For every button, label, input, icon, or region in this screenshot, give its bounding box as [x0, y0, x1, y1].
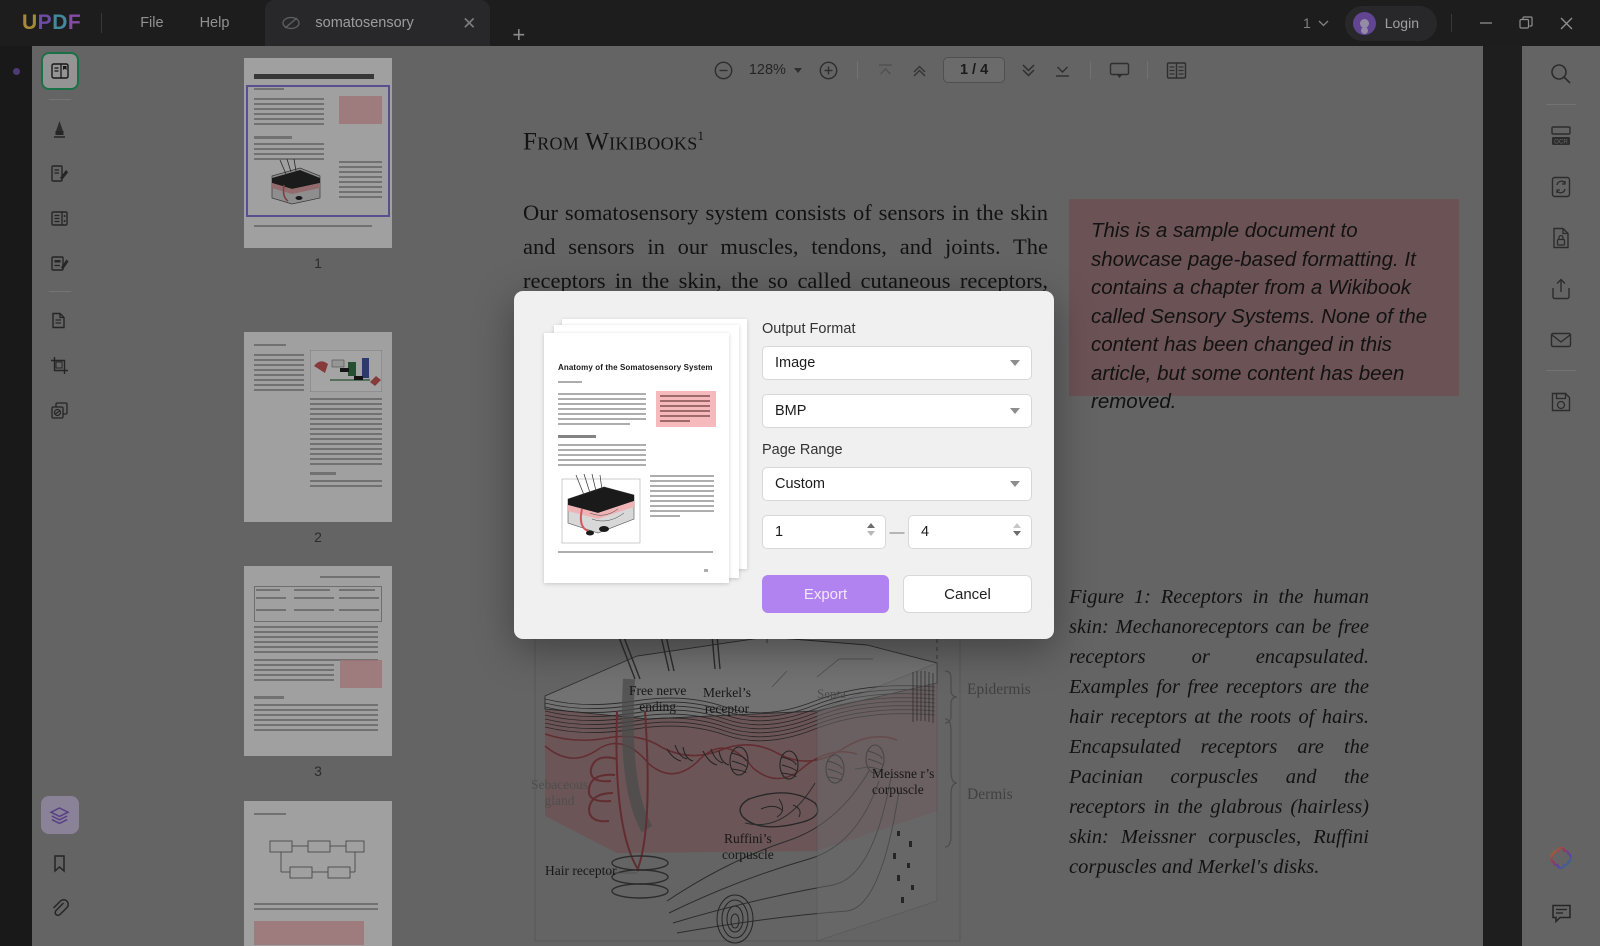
page-range-inputs: 1 — 4	[762, 515, 1032, 549]
updf-window: UPDF File Help somatosensory ✕ + 1 Login	[0, 0, 1600, 946]
stepper-up-icon[interactable]	[1013, 523, 1021, 528]
range-separator: —	[889, 523, 905, 541]
range-from-value: 1	[775, 524, 784, 540]
range-to-value: 4	[921, 524, 930, 540]
chevron-down-icon	[1010, 408, 1020, 414]
cancel-button[interactable]: Cancel	[903, 575, 1032, 613]
export-options: Output Format Image BMP Page Range Custo…	[762, 291, 1054, 639]
preview-title: Anatomy of the Somatosensory System	[558, 363, 713, 372]
export-dialog: Anatomy of the Somatosensory System Outp…	[514, 291, 1054, 639]
dialog-buttons: Export Cancel	[762, 575, 1032, 613]
preview-page-stack: Anatomy of the Somatosensory System	[544, 319, 749, 584]
export-preview: Anatomy of the Somatosensory System	[514, 291, 762, 639]
page-range-value: Custom	[775, 476, 825, 492]
image-subformat-value: BMP	[775, 403, 807, 419]
stepper-arrows[interactable]	[1013, 523, 1021, 536]
export-button[interactable]: Export	[762, 575, 889, 613]
range-from-input[interactable]: 1	[762, 515, 886, 549]
output-format-value: Image	[775, 355, 816, 371]
image-subformat-select[interactable]: BMP	[762, 394, 1032, 428]
stepper-down-icon[interactable]	[867, 531, 875, 536]
page-range-label: Page Range	[762, 442, 843, 458]
preview-sheet-front: Anatomy of the Somatosensory System	[544, 333, 729, 583]
page-range-select[interactable]: Custom	[762, 467, 1032, 501]
chevron-down-icon	[1010, 481, 1020, 487]
chevron-down-icon	[1010, 360, 1020, 366]
stepper-down-icon[interactable]	[1013, 531, 1021, 536]
range-to-input[interactable]: 4	[908, 515, 1032, 549]
preview-skin-diagram	[561, 473, 641, 544]
output-format-select[interactable]: Image	[762, 346, 1032, 380]
stepper-arrows[interactable]	[867, 523, 875, 536]
stepper-up-icon[interactable]	[867, 523, 875, 528]
output-format-label: Output Format	[762, 321, 856, 337]
